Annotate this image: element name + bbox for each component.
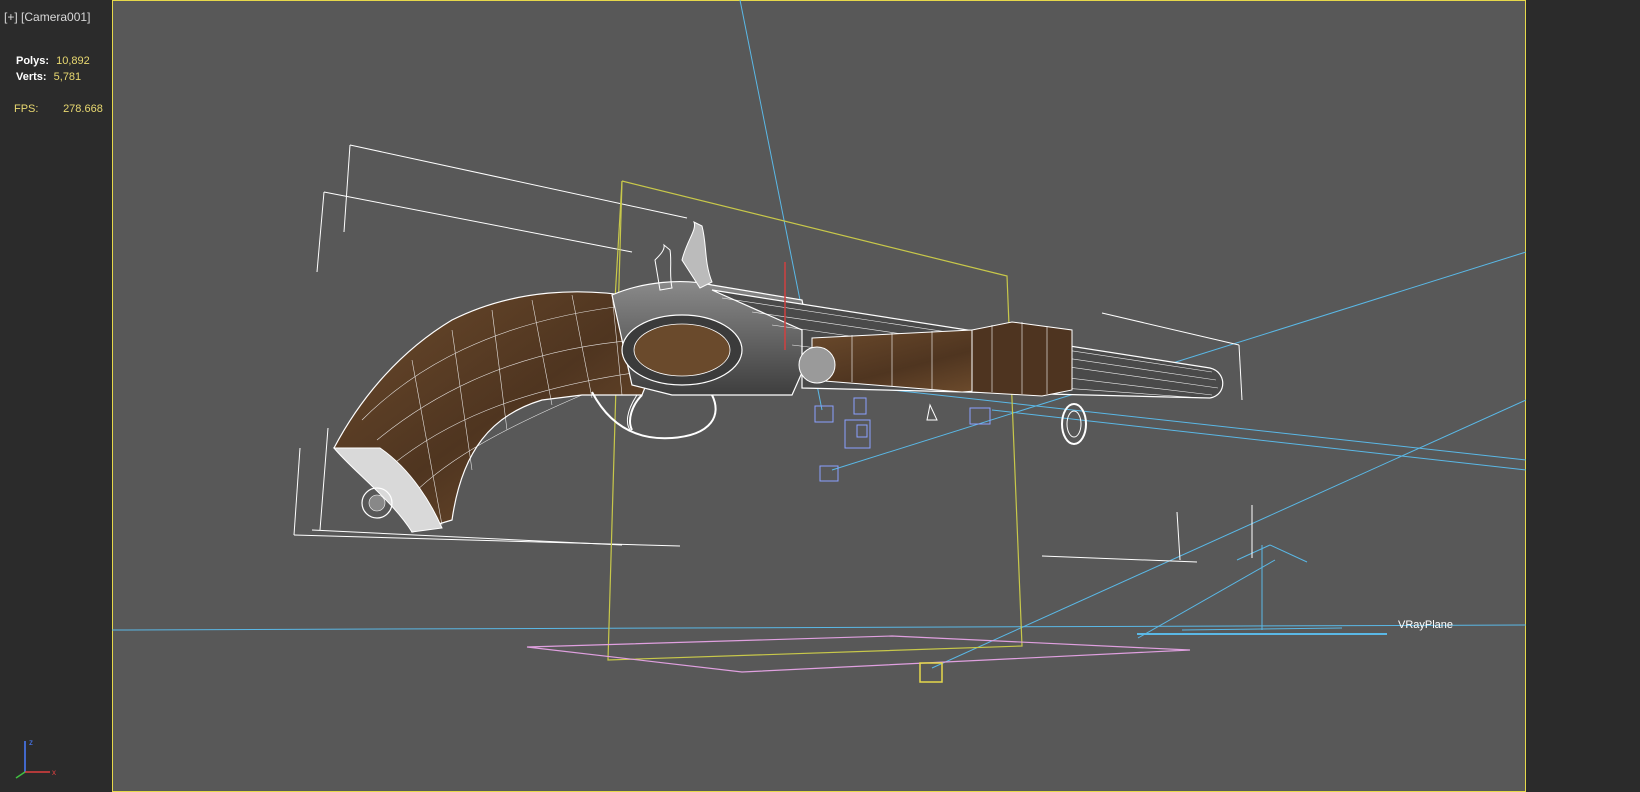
axis-gizmo-icon: z x (15, 738, 56, 779)
light-objects (814, 397, 991, 482)
camera-target (919, 662, 943, 683)
pistol-model (332, 220, 1224, 533)
polys-value: 10,892 (56, 55, 90, 67)
vray-plane-label: VRayPlane (1398, 619, 1454, 631)
axis-z-label: z (29, 738, 33, 747)
verts-value: 5,781 (53, 71, 82, 83)
polys-label: Polys: (16, 55, 50, 67)
verts-stat: Verts: 5,781 (16, 71, 81, 83)
camera-viewport[interactable]: VRayPlane (112, 0, 1526, 792)
scene-canvas[interactable] (112, 0, 1526, 792)
axis-x-label: x (52, 768, 56, 777)
viewport-menu-button[interactable]: [+] (4, 10, 18, 24)
polys-stat: Polys: 10,892 (16, 55, 90, 67)
fps-stat: FPS: 278.668 (14, 103, 103, 115)
ground-plane (526, 635, 1191, 673)
left-panel: [+] [Camera001] Polys: 10,892 Verts: 5,7… (0, 0, 112, 792)
camera-name-button[interactable]: [Camera001] (21, 10, 90, 24)
viewport-label: [+] [Camera001] (4, 10, 90, 24)
fps-label: FPS: (14, 103, 39, 115)
fps-value: 278.668 (63, 103, 103, 115)
verts-label: Verts: (16, 71, 47, 83)
right-panel (1526, 0, 1640, 792)
